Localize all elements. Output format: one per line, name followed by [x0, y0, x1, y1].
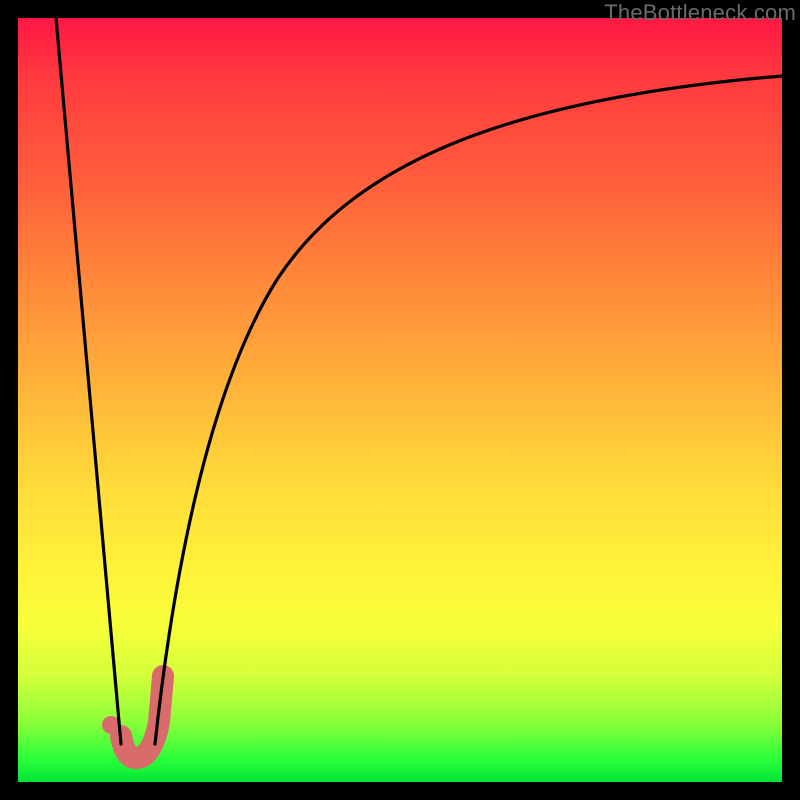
watermark-text: TheBottleneck.com	[604, 0, 796, 26]
plot-area	[18, 18, 782, 782]
curve-layer	[18, 18, 782, 782]
left-descent-line	[56, 18, 121, 744]
chart-frame: TheBottleneck.com	[0, 0, 800, 800]
right-asymptote-line	[155, 76, 782, 744]
